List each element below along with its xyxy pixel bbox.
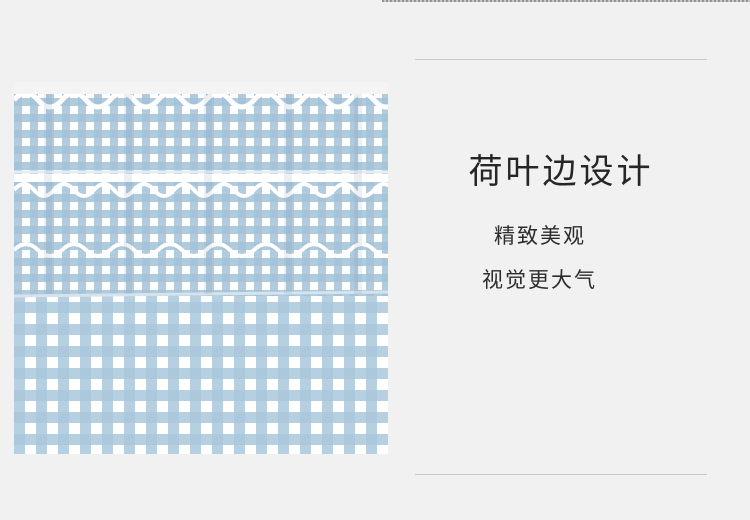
ruffle-row-middle xyxy=(14,182,388,244)
feature-line-1: 精致美观 xyxy=(494,224,586,248)
top-divider xyxy=(415,59,707,60)
top-edge-strip xyxy=(382,0,750,2)
headline: 荷叶边设计 xyxy=(468,152,654,192)
ruffle-row-top xyxy=(14,90,388,174)
ruffle-row-bottom xyxy=(14,242,388,298)
bottom-divider xyxy=(415,474,707,475)
feature-line-2: 视觉更大气 xyxy=(482,268,597,292)
product-photo xyxy=(14,82,388,454)
flat-fabric xyxy=(14,282,388,454)
gingham-ruffle-illustration xyxy=(14,82,388,454)
